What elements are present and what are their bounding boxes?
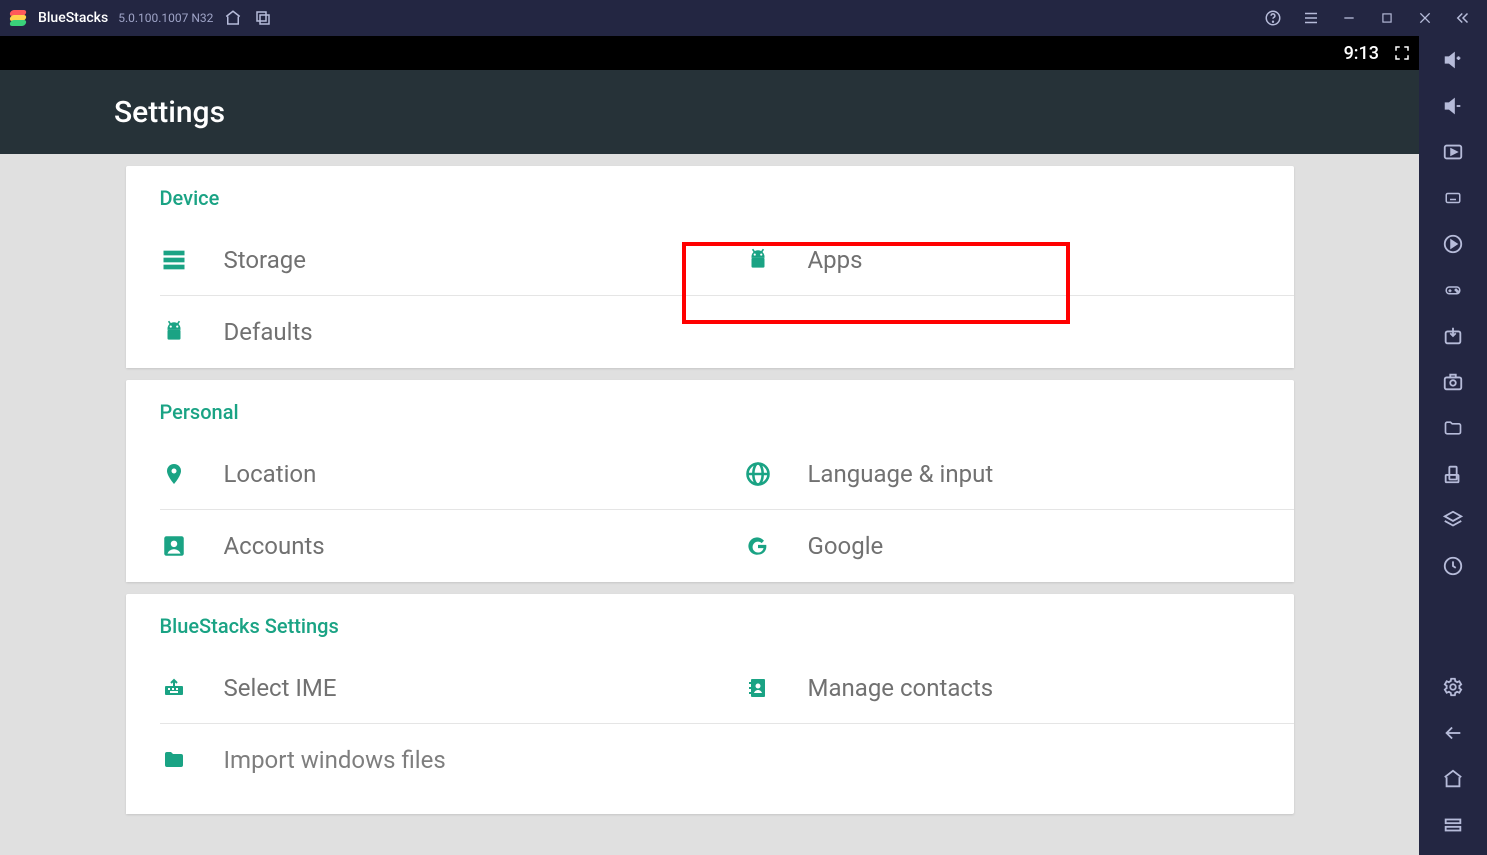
settings-item-accounts[interactable]: Accounts <box>126 510 710 582</box>
app-brand: BlueStacks <box>38 10 108 26</box>
install-apk-icon[interactable] <box>1441 324 1465 348</box>
minimize-icon[interactable] <box>1339 8 1359 28</box>
settings-header: Settings <box>0 70 1419 154</box>
settings-item-empty <box>710 296 1294 368</box>
fullscreen-icon[interactable] <box>1393 44 1411 62</box>
android-status-bar: 9:13 <box>0 36 1419 70</box>
settings-item-language[interactable]: Language & input <box>710 438 1294 510</box>
window-titlebar: BlueStacks 5.0.100.1007 N32 <box>0 0 1487 36</box>
folder-icon <box>160 746 188 774</box>
settings-item-label: Import windows files <box>224 746 446 774</box>
settings-item-storage[interactable]: Storage <box>126 224 710 296</box>
globe-icon <box>744 460 772 488</box>
settings-item-label: Accounts <box>224 532 325 560</box>
keyboard-icon[interactable] <box>1441 186 1465 210</box>
settings-item-contacts[interactable]: Manage contacts <box>710 652 1294 724</box>
settings-item-location[interactable]: Location <box>126 438 710 510</box>
volume-up-icon[interactable] <box>1441 48 1465 72</box>
android-icon <box>160 318 188 346</box>
settings-item-label: Select IME <box>224 674 337 702</box>
section-bluestacks: BlueStacks Settings Select IME <box>126 594 1294 814</box>
back-icon[interactable] <box>1441 721 1465 745</box>
menu-icon[interactable] <box>1301 8 1321 28</box>
status-time: 9:13 <box>1344 43 1379 64</box>
settings-item-import[interactable]: Import windows files <box>126 724 710 814</box>
google-icon <box>744 532 772 560</box>
home-icon[interactable] <box>1441 767 1465 791</box>
app-version: 5.0.100.1007 N32 <box>118 11 213 25</box>
account-icon <box>160 532 188 560</box>
keyboard-icon <box>160 674 188 702</box>
section-device: Device Storage <box>126 166 1294 368</box>
layers-icon[interactable] <box>1441 508 1465 532</box>
multi-instance-icon[interactable] <box>253 8 273 28</box>
expand-sidebar-icon[interactable] <box>1453 8 1473 28</box>
workspace: 9:13 Settings Device <box>0 36 1419 855</box>
settings-item-label: Storage <box>224 246 306 274</box>
location-icon <box>160 460 188 488</box>
settings-item-label: Manage contacts <box>808 674 994 702</box>
settings-item-label: Google <box>808 532 884 560</box>
settings-item-label: Defaults <box>224 318 313 346</box>
storage-icon <box>160 246 188 274</box>
close-icon[interactable] <box>1415 8 1435 28</box>
settings-item-label: Language & input <box>808 460 994 488</box>
settings-item-label: Location <box>224 460 317 488</box>
settings-item-apps[interactable]: Apps <box>710 224 1294 296</box>
media-icon[interactable] <box>1441 140 1465 164</box>
recents-icon[interactable] <box>1441 813 1465 837</box>
bluestacks-logo-icon <box>8 8 28 28</box>
home-icon[interactable] <box>223 8 243 28</box>
settings-item-defaults[interactable]: Defaults <box>126 296 710 368</box>
help-icon[interactable] <box>1263 8 1283 28</box>
section-title-bluestacks: BlueStacks Settings <box>126 614 1294 652</box>
record-icon[interactable] <box>1441 232 1465 256</box>
section-personal: Personal Location <box>126 380 1294 582</box>
screenshot-icon[interactable] <box>1441 370 1465 394</box>
maximize-icon[interactable] <box>1377 8 1397 28</box>
section-title-device: Device <box>126 186 1294 224</box>
settings-item-label: Apps <box>808 246 863 274</box>
android-icon <box>744 246 772 274</box>
gear-icon[interactable] <box>1441 675 1465 699</box>
settings-content[interactable]: Device Storage <box>0 154 1419 855</box>
side-toolbar <box>1419 36 1487 855</box>
settings-item-ime[interactable]: Select IME <box>126 652 710 724</box>
section-title-personal: Personal <box>126 400 1294 438</box>
settings-item-google[interactable]: Google <box>710 510 1294 582</box>
volume-down-icon[interactable] <box>1441 94 1465 118</box>
page-title: Settings <box>114 95 225 130</box>
rotate-icon[interactable] <box>1441 462 1465 486</box>
android-area: Settings Device Storage <box>0 70 1419 855</box>
gamepad-icon[interactable] <box>1441 278 1465 302</box>
folder-icon[interactable] <box>1441 416 1465 440</box>
contacts-icon <box>744 674 772 702</box>
clock-icon[interactable] <box>1441 554 1465 578</box>
